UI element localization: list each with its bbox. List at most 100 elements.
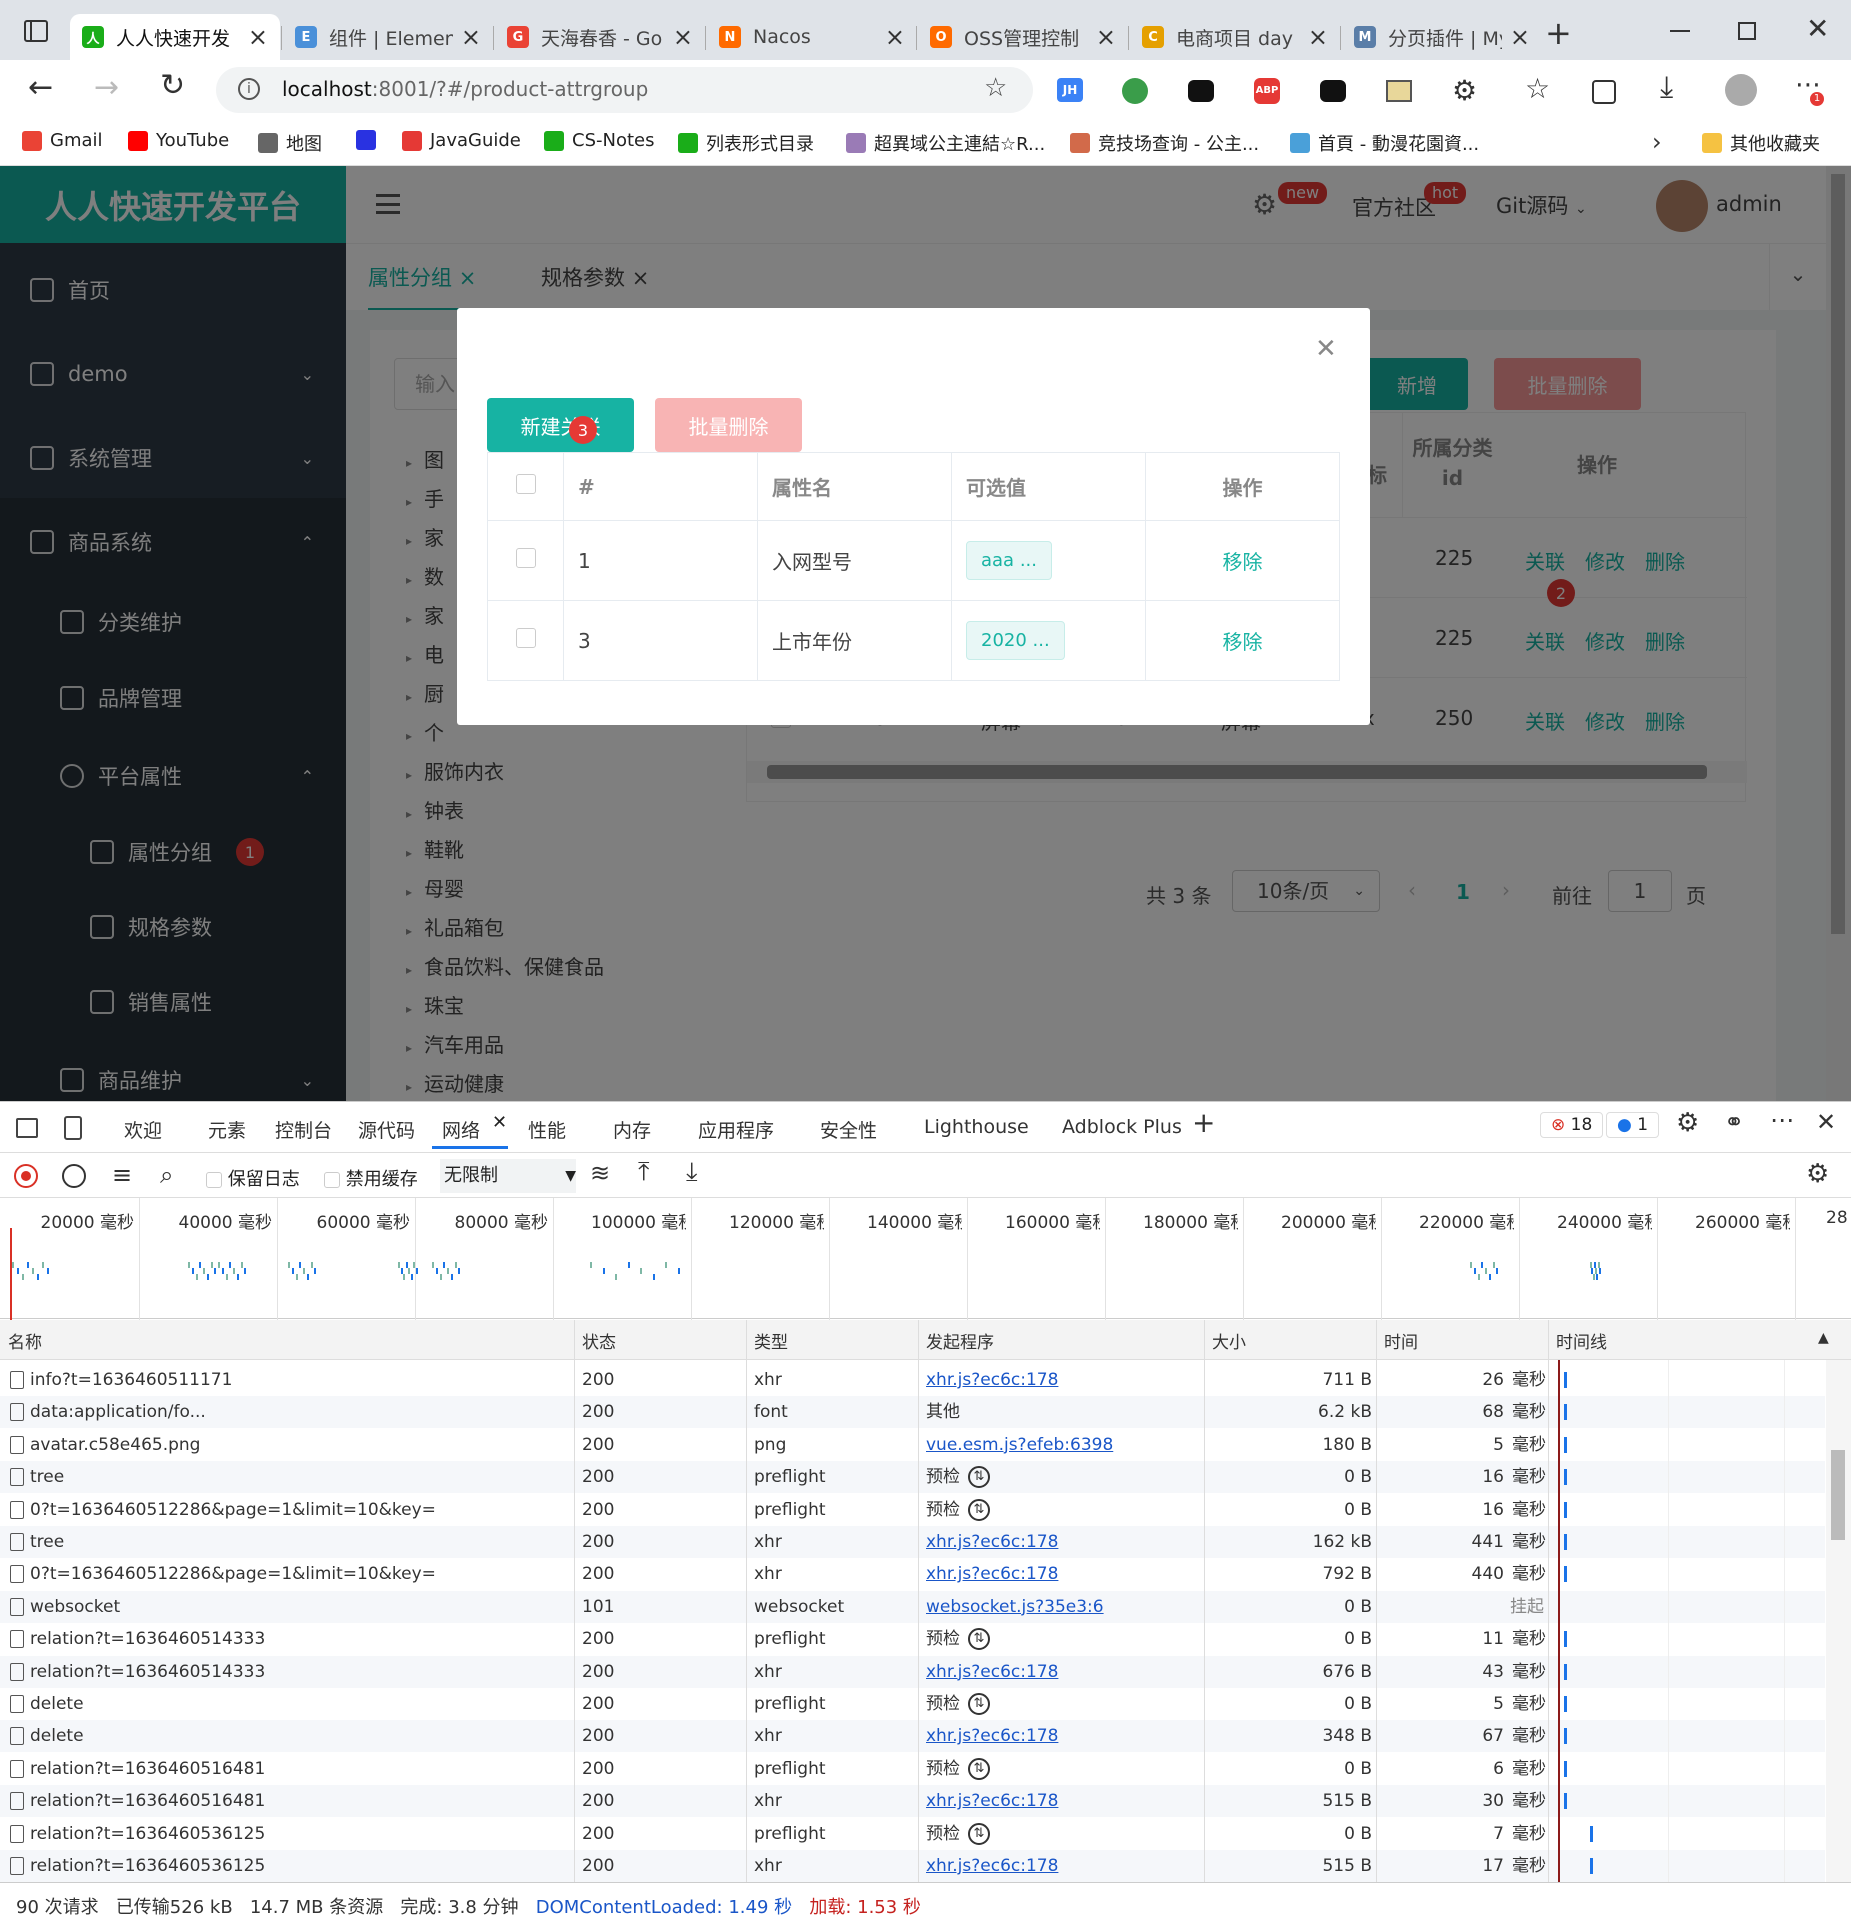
bookmark-item[interactable]: YouTube: [128, 130, 229, 151]
browser-tab[interactable]: 人人人快速开发 ×: [70, 14, 280, 60]
adblock-plus-icon[interactable]: ABP: [1254, 78, 1280, 104]
extension-mask-icon[interactable]: [1188, 80, 1214, 102]
address-input[interactable]: i localhost:8001/?#/product-attrgroup ☆: [216, 67, 1033, 113]
cell-initiator[interactable]: xhr.js?ec6c:178: [926, 1558, 1201, 1590]
close-icon[interactable]: ×: [1510, 23, 1530, 51]
forward-icon[interactable]: →: [94, 70, 119, 105]
more-options-icon[interactable]: ⋯: [1770, 1106, 1794, 1134]
close-icon[interactable]: ×: [1308, 23, 1328, 51]
scrollbar-thumb[interactable]: [1831, 1450, 1845, 1540]
request-row[interactable]: relation?t=1636460514333 200 xhr xhr.js?ec6…: [0, 1655, 1825, 1688]
favorites-icon[interactable]: ☆: [1525, 72, 1550, 105]
col-status[interactable]: 状态: [582, 1328, 616, 1353]
close-window-button[interactable]: ✕: [1806, 12, 1829, 45]
cell-initiator[interactable]: vue.esm.js?efeb:6398: [926, 1429, 1201, 1461]
extension-mask2-icon[interactable]: [1320, 80, 1346, 102]
request-row[interactable]: 0?t=1636460512286&page=1&limit=10&key= 20…: [0, 1558, 1825, 1590]
search-icon[interactable]: ⌕: [160, 1161, 173, 1189]
close-icon[interactable]: ×: [248, 23, 268, 51]
batch-delete-button[interactable]: 批量删除: [655, 398, 802, 452]
message-count[interactable]: ● 1: [1606, 1112, 1660, 1138]
close-devtools-icon[interactable]: ✕: [1816, 1108, 1836, 1136]
error-count[interactable]: ⊗ 18: [1540, 1112, 1604, 1138]
disable-cache-checkbox[interactable]: 禁用缓存: [324, 1165, 418, 1191]
remove-link[interactable]: 移除: [1223, 550, 1263, 574]
close-icon[interactable]: ×: [673, 23, 693, 51]
new-relation-button[interactable]: 新建关联: [487, 398, 634, 452]
devtools-tab[interactable]: Adblock Plus: [1062, 1116, 1182, 1138]
close-icon[interactable]: ×: [461, 23, 481, 51]
row-checkbox[interactable]: [515, 628, 536, 648]
request-row[interactable]: websocket 101 websocket websocket.js?35e3:6…: [0, 1590, 1825, 1623]
select-all-checkbox[interactable]: [515, 474, 536, 494]
bookmarks-overflow-icon[interactable]: ›: [1652, 128, 1662, 156]
col-size[interactable]: 大小: [1212, 1328, 1246, 1353]
back-icon[interactable]: ←: [28, 70, 53, 105]
browser-tab[interactable]: G 天海春香 - Go ×: [495, 14, 705, 60]
extension-globe-icon[interactable]: [1122, 78, 1148, 104]
inspect-element-icon[interactable]: [16, 1118, 38, 1138]
new-tab-button[interactable]: +: [1545, 14, 1572, 52]
request-row[interactable]: tree 200 preflight 预检 ⇅ 0 B 16 毫秒: [0, 1461, 1825, 1494]
settings-gear-icon[interactable]: ⚙: [1676, 1108, 1699, 1138]
request-row[interactable]: relation?t=1636460516481 200 xhr xhr.js?ec6…: [0, 1785, 1825, 1818]
devtools-tab[interactable]: 安全性: [820, 1116, 877, 1143]
extensions-puzzle-icon[interactable]: ⚙: [1452, 74, 1477, 107]
bookmark-item[interactable]: CS-Notes: [544, 130, 654, 151]
device-toggle-icon[interactable]: [64, 1116, 82, 1140]
profile-avatar-icon[interactable]: [1725, 74, 1757, 106]
devtools-tab[interactable]: 性能: [528, 1116, 566, 1143]
bookmark-item[interactable]: [356, 130, 384, 150]
grid-scrollbar[interactable]: [1826, 1360, 1851, 1882]
request-row[interactable]: data:application/fo... 200 font 其他 6.2 kB 68 毫…: [0, 1396, 1825, 1429]
col-waterfall[interactable]: 时间线: [1556, 1328, 1607, 1353]
request-row[interactable]: relation?t=1636460536125 200 preflight 预检 ⇅ 0…: [0, 1818, 1825, 1850]
col-type[interactable]: 类型: [754, 1328, 788, 1353]
value-tag[interactable]: aaa ...: [966, 541, 1052, 580]
customize-icon[interactable]: ⚭: [1724, 1108, 1744, 1136]
close-icon[interactable]: ×: [885, 23, 905, 51]
reload-icon[interactable]: ↻: [160, 68, 185, 103]
request-row[interactable]: relation?t=1636460514333 200 preflight 预检 ⇅ 0…: [0, 1623, 1825, 1655]
bookmark-item[interactable]: Gmail: [22, 130, 103, 151]
network-settings-gear-icon[interactable]: ⚙: [1806, 1159, 1829, 1189]
more-tools-icon[interactable]: +: [1192, 1106, 1215, 1139]
extension-jh-icon[interactable]: JH: [1057, 78, 1083, 102]
record-icon[interactable]: [14, 1164, 38, 1188]
collections-icon[interactable]: [1592, 80, 1616, 104]
close-icon[interactable]: ✕: [1315, 334, 1337, 364]
col-name[interactable]: 名称: [8, 1328, 42, 1353]
request-row[interactable]: relation?t=1636460516481 200 preflight 预检 ⇅ 0…: [0, 1753, 1825, 1785]
bookmark-item[interactable]: 竞技场查询 - 公主...: [1070, 130, 1259, 156]
preserve-log-checkbox[interactable]: 保留日志: [206, 1165, 300, 1191]
filter-icon[interactable]: ≡: [112, 1161, 132, 1189]
cell-initiator[interactable]: xhr.js?ec6c:178: [926, 1785, 1201, 1817]
export-icon[interactable]: ⤓: [686, 1157, 698, 1188]
cell-initiator[interactable]: xhr.js?ec6c:178: [926, 1364, 1201, 1396]
bookmark-item[interactable]: 地图: [258, 130, 322, 156]
downloads-icon[interactable]: ⤓: [1660, 70, 1673, 105]
bookmark-item[interactable]: JavaGuide: [402, 130, 521, 151]
browser-tab[interactable]: M 分页插件 | My ×: [1342, 14, 1542, 60]
col-time[interactable]: 时间: [1384, 1328, 1418, 1353]
request-row[interactable]: info?t=1636460511171 200 xhr xhr.js?ec6c:17…: [0, 1364, 1825, 1396]
cell-initiator[interactable]: xhr.js?ec6c:178: [926, 1720, 1201, 1752]
request-row[interactable]: 0?t=1636460512286&page=1&limit=10&key= 20…: [0, 1494, 1825, 1526]
devtools-tab[interactable]: Lighthouse: [924, 1116, 1029, 1138]
close-network-tab-icon[interactable]: ✕: [492, 1112, 507, 1133]
close-icon[interactable]: ×: [1096, 23, 1116, 51]
extension-image-icon[interactable]: [1386, 80, 1412, 102]
bookmark-item[interactable]: 超異域公主連結☆R...: [846, 130, 1045, 156]
devtools-tab[interactable]: 源代码: [358, 1116, 415, 1143]
value-tag[interactable]: 2020 ...: [966, 621, 1065, 660]
cell-initiator[interactable]: xhr.js?ec6c:178: [926, 1850, 1201, 1882]
remove-link[interactable]: 移除: [1223, 630, 1263, 654]
request-row[interactable]: delete 200 xhr xhr.js?ec6c:178 348 B 67 毫秒: [0, 1720, 1825, 1753]
bookmark-other-favorites[interactable]: 其他收藏夹: [1702, 130, 1820, 156]
devtools-tab[interactable]: 欢迎: [124, 1116, 162, 1143]
import-icon[interactable]: ⤒: [638, 1157, 650, 1188]
col-initiator[interactable]: 发起程序: [926, 1328, 994, 1353]
add-favorite-icon[interactable]: ☆: [984, 73, 1007, 103]
browser-tab[interactable]: C 电商项目 day ×: [1130, 14, 1340, 60]
devtools-tab[interactable]: 内存: [613, 1116, 651, 1143]
